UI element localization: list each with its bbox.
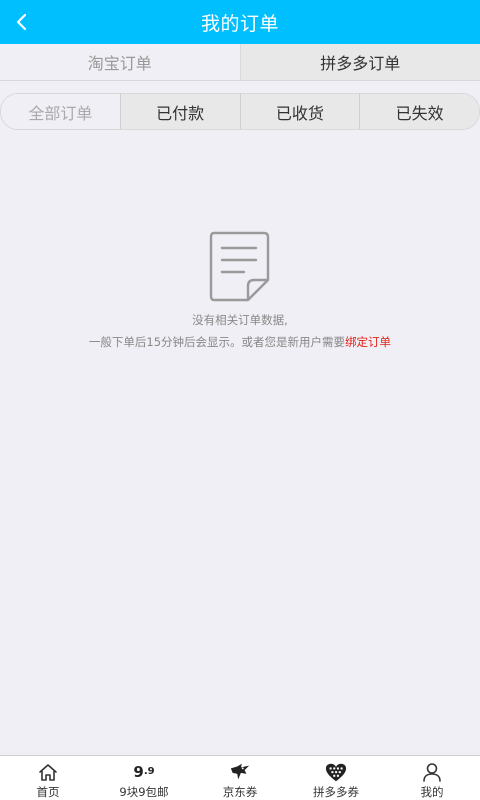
nine-nine-glyph-small: .9 xyxy=(143,766,155,777)
pdd-heart-icon xyxy=(325,762,347,782)
chevron-left-icon xyxy=(16,13,27,31)
tabbar-item-mine[interactable]: 我的 xyxy=(384,756,480,800)
empty-message: 没有相关订单数据, xyxy=(192,313,288,327)
page-title: 我的订单 xyxy=(200,12,279,35)
order-status-tabs: 全部订单 已付款 已收货 已失效 xyxy=(0,93,480,130)
jd-dog-icon xyxy=(229,762,251,782)
tabbar-item-jd-coupons[interactable]: 京东券 xyxy=(192,756,288,800)
bottom-tab-bar: 首页 9.9 9块9包邮 京东券 拼多多券 我的 xyxy=(0,755,480,800)
document-icon xyxy=(209,231,270,302)
tabbar-label-nine-nine: 9块9包邮 xyxy=(119,785,169,799)
tabbar-label-pdd-coupons: 拼多多券 xyxy=(313,785,359,799)
user-icon xyxy=(421,762,443,782)
back-button[interactable] xyxy=(0,0,44,44)
tabbar-item-nine-nine[interactable]: 9.9 9块9包邮 xyxy=(96,756,192,800)
tab-received[interactable]: 已收货 xyxy=(239,94,360,129)
tabbar-item-home[interactable]: 首页 xyxy=(0,756,96,800)
empty-hint: 一般下单后15分钟后会显示。或者您是新用户需要绑定订单 xyxy=(89,334,391,350)
platform-tabs: 淘宝订单 拼多多订单 xyxy=(0,44,480,81)
app-header: 我的订单 xyxy=(0,0,480,44)
nine-nine-icon: 9.9 xyxy=(133,762,155,782)
tab-expired[interactable]: 已失效 xyxy=(359,94,479,129)
tabbar-item-pdd-coupons[interactable]: 拼多多券 xyxy=(288,756,384,800)
tab-paid[interactable]: 已付款 xyxy=(119,94,240,129)
tab-pinduoduo-orders[interactable]: 拼多多订单 xyxy=(240,44,480,80)
nine-nine-glyph-main: 9 xyxy=(133,763,144,781)
tabbar-label-mine: 我的 xyxy=(420,785,444,799)
tab-taobao-orders[interactable]: 淘宝订单 xyxy=(0,44,241,80)
tab-all-orders[interactable]: 全部订单 xyxy=(1,94,120,129)
empty-hint-text: 一般下单后15分钟后会显示。或者您是新用户需要 xyxy=(88,335,346,349)
bind-order-link[interactable]: 绑定订单 xyxy=(345,335,391,349)
empty-state: 没有相关订单数据, 一般下单后15分钟后会显示。或者您是新用户需要绑定订单 xyxy=(0,230,480,350)
home-icon xyxy=(37,762,59,782)
tabbar-label-jd-coupons: 京东券 xyxy=(222,785,258,799)
tabbar-label-home: 首页 xyxy=(36,785,60,799)
